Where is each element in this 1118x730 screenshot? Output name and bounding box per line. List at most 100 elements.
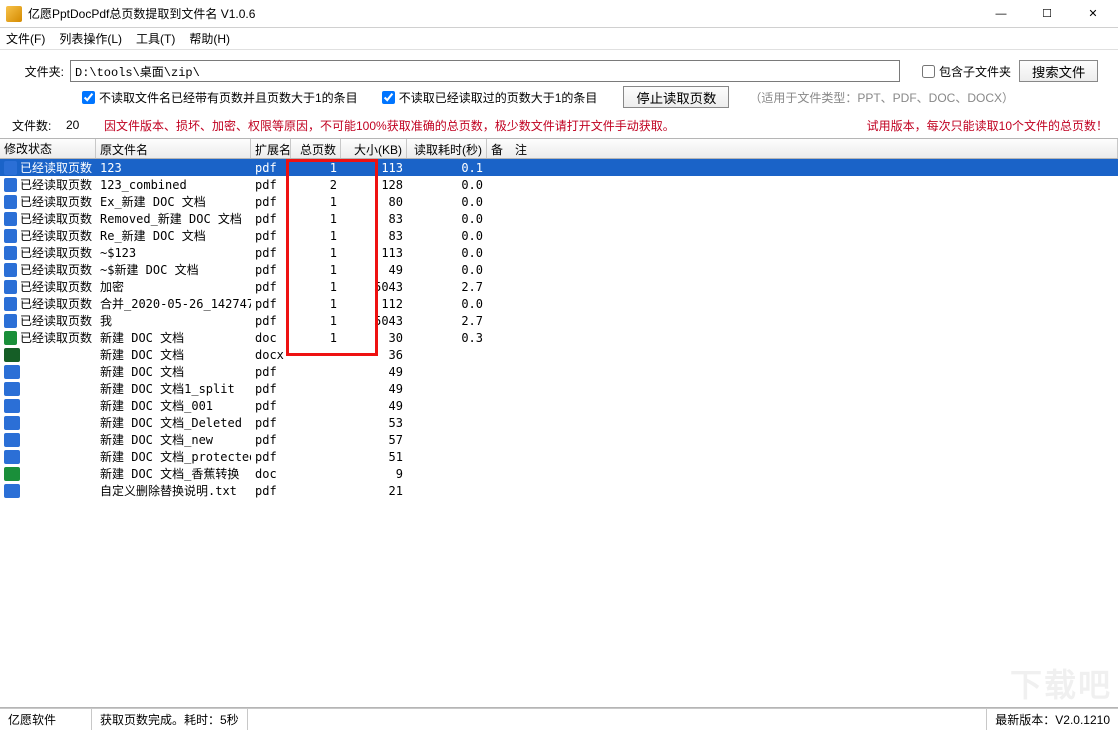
cell-time: 2.7 <box>407 314 487 328</box>
table-row[interactable]: 新建 DOC 文档_Deletedpdf53 <box>0 414 1118 431</box>
cell-status: 已经读取页数 <box>20 159 92 176</box>
close-button[interactable]: ✕ <box>1070 0 1116 28</box>
table-row[interactable]: 已经读取页数我pdf150432.7 <box>0 312 1118 329</box>
file-types-hint: （适用于文件类型：PPT、PDF、DOC、DOCX） <box>749 89 1014 106</box>
th-time[interactable]: 读取耗时(秒) <box>407 139 487 158</box>
cell-pages: 1 <box>291 263 341 277</box>
app-icon <box>6 6 22 22</box>
cell-size: 49 <box>341 399 407 413</box>
statusbar: 亿愿软件 获取页数完成。耗时：5秒 最新版本：V2.0.1210 <box>0 708 1118 730</box>
warn-accuracy: 因文件版本、损坏、加密、权限等原因，不可能100%获取准确的总页数，极少数文件请… <box>94 117 867 134</box>
table-row[interactable]: 已经读取页数合并_2020-05-26_142747pdf11120.0 <box>0 295 1118 312</box>
status-version: 最新版本：V2.0.1210 <box>986 709 1118 730</box>
cell-filename: 新建 DOC 文档_香蕉转换 <box>96 465 251 482</box>
file-table: 修改状态 原文件名 扩展名 总页数 大小(KB) 读取耗时(秒) 备 注 已经读… <box>0 138 1118 708</box>
file-icon <box>4 161 17 175</box>
file-icon <box>4 246 17 260</box>
table-row[interactable]: 新建 DOC 文档pdf49 <box>0 363 1118 380</box>
table-row[interactable]: 已经读取页数Removed_新建 DOC 文档pdf1830.0 <box>0 210 1118 227</box>
menu-list[interactable]: 列表操作(L) <box>59 30 122 47</box>
table-row[interactable]: 自定义删除替换说明.txtpdf21 <box>0 482 1118 499</box>
table-row[interactable]: 新建 DOC 文档_香蕉转换doc9 <box>0 465 1118 482</box>
cell-pages: 2 <box>291 178 341 192</box>
cell-filename: 123_combined <box>96 178 251 192</box>
table-row[interactable]: 已经读取页数123_combinedpdf21280.0 <box>0 176 1118 193</box>
table-row[interactable]: 已经读取页数123pdf11130.1 <box>0 159 1118 176</box>
table-row[interactable]: 已经读取页数新建 DOC 文档doc1300.3 <box>0 329 1118 346</box>
skip-has-pages-checkbox[interactable]: 不读取文件名已经带有页数并且页数大于1的条目 <box>82 89 358 106</box>
cell-status: 已经读取页数 <box>20 261 92 278</box>
file-icon <box>4 331 17 345</box>
th-ext[interactable]: 扩展名 <box>251 139 291 158</box>
file-count-value: 20 <box>66 118 94 132</box>
cell-ext: pdf <box>251 399 291 413</box>
search-button[interactable]: 搜索文件 <box>1019 60 1098 82</box>
cell-time: 2.7 <box>407 280 487 294</box>
file-icon <box>4 348 20 362</box>
th-status[interactable]: 修改状态 <box>0 139 96 158</box>
th-filename[interactable]: 原文件名 <box>96 139 251 158</box>
cell-size: 80 <box>341 195 407 209</box>
cell-ext: pdf <box>251 450 291 464</box>
cell-pages: 1 <box>291 331 341 345</box>
minimize-button[interactable]: — <box>978 0 1024 28</box>
table-row[interactable]: 新建 DOC 文档docx36 <box>0 346 1118 363</box>
cell-size: 36 <box>341 348 407 362</box>
cell-size: 49 <box>341 382 407 396</box>
cell-time: 0.1 <box>407 161 487 175</box>
maximize-button[interactable]: ☐ <box>1024 0 1070 28</box>
th-pages[interactable]: 总页数 <box>291 139 341 158</box>
skip-read-checkbox[interactable]: 不读取已经读取过的页数大于1的条目 <box>382 89 598 106</box>
table-row[interactable]: 已经读取页数Ex_新建 DOC 文档pdf1800.0 <box>0 193 1118 210</box>
table-row[interactable]: 新建 DOC 文档_001pdf49 <box>0 397 1118 414</box>
folder-label: 文件夹: <box>10 63 70 80</box>
stop-button[interactable]: 停止读取页数 <box>623 86 729 108</box>
cell-status: 已经读取页数 <box>20 227 92 244</box>
menu-file[interactable]: 文件(F) <box>6 30 45 47</box>
folder-path-input[interactable] <box>70 60 900 82</box>
cell-size: 21 <box>341 484 407 498</box>
cell-ext: pdf <box>251 229 291 243</box>
include-subfolders-box[interactable] <box>922 65 935 78</box>
table-row[interactable]: 新建 DOC 文档_protectedpdf51 <box>0 448 1118 465</box>
cell-filename: 123 <box>96 161 251 175</box>
skip-has-pages-label: 不读取文件名已经带有页数并且页数大于1的条目 <box>99 89 358 106</box>
table-row[interactable]: 已经读取页数加密pdf150432.7 <box>0 278 1118 295</box>
menu-tool[interactable]: 工具(T) <box>136 30 175 47</box>
skip-read-label: 不读取已经读取过的页数大于1的条目 <box>399 89 598 106</box>
table-row[interactable]: 新建 DOC 文档_newpdf57 <box>0 431 1118 448</box>
table-row[interactable]: 已经读取页数~$新建 DOC 文档pdf1490.0 <box>0 261 1118 278</box>
table-row[interactable]: 已经读取页数~$123pdf11130.0 <box>0 244 1118 261</box>
cell-size: 83 <box>341 229 407 243</box>
cell-pages: 1 <box>291 195 341 209</box>
skip-has-pages-box[interactable] <box>82 91 95 104</box>
cell-filename: 新建 DOC 文档 <box>96 346 251 363</box>
cell-time: 0.0 <box>407 263 487 277</box>
table-header: 修改状态 原文件名 扩展名 总页数 大小(KB) 读取耗时(秒) 备 注 <box>0 139 1118 159</box>
cell-status: 已经读取页数 <box>20 244 92 261</box>
cell-ext: pdf <box>251 246 291 260</box>
table-row[interactable]: 已经读取页数Re_新建 DOC 文档pdf1830.0 <box>0 227 1118 244</box>
cell-pages: 1 <box>291 314 341 328</box>
th-note[interactable]: 备 注 <box>487 139 1118 158</box>
cell-ext: pdf <box>251 280 291 294</box>
cell-filename: 新建 DOC 文档_new <box>96 431 251 448</box>
cell-ext: pdf <box>251 195 291 209</box>
cell-size: 57 <box>341 433 407 447</box>
menu-help[interactable]: 帮助(H) <box>189 30 230 47</box>
cell-status: 已经读取页数 <box>20 329 92 346</box>
file-icon <box>4 365 20 379</box>
cell-pages: 1 <box>291 212 341 226</box>
include-subfolders-checkbox[interactable]: 包含子文件夹 <box>922 63 1011 80</box>
window-title: 亿愿PptDocPdf总页数提取到文件名 V1.0.6 <box>28 5 978 22</box>
skip-read-box[interactable] <box>382 91 395 104</box>
cell-ext: pdf <box>251 212 291 226</box>
cell-size: 49 <box>341 263 407 277</box>
cell-size: 113 <box>341 161 407 175</box>
cell-size: 83 <box>341 212 407 226</box>
cell-size: 5043 <box>341 314 407 328</box>
table-row[interactable]: 新建 DOC 文档1_splitpdf49 <box>0 380 1118 397</box>
cell-ext: pdf <box>251 365 291 379</box>
th-size[interactable]: 大小(KB) <box>341 139 407 158</box>
table-body[interactable]: 已经读取页数123pdf11130.1已经读取页数123_combinedpdf… <box>0 159 1118 707</box>
